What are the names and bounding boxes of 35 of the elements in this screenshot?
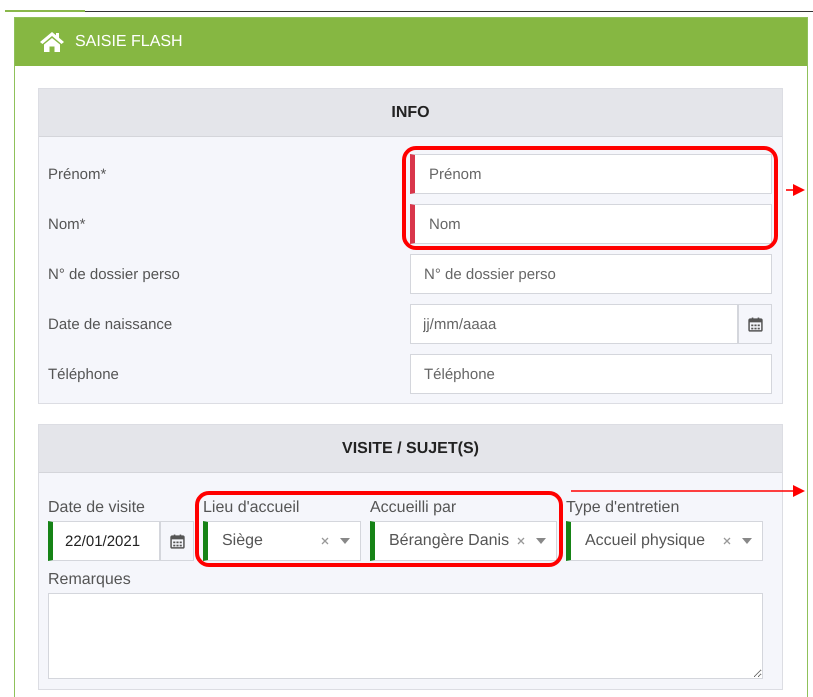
field-label: Accueilli par bbox=[370, 499, 458, 517]
caret-icon[interactable] bbox=[340, 538, 350, 544]
field-label: Date de visite bbox=[48, 499, 146, 517]
calendar-icon bbox=[170, 534, 184, 548]
home-icon bbox=[39, 31, 65, 53]
clear-icon[interactable] bbox=[722, 536, 732, 546]
caret-icon[interactable] bbox=[536, 538, 546, 544]
field-label: Prénom* bbox=[48, 166, 106, 182]
calendar-button[interactable] bbox=[160, 521, 194, 561]
section-header: VISITE / SUJET(S) bbox=[39, 425, 782, 473]
section-header: INFO bbox=[39, 89, 782, 137]
panel-title: SAISIE FLASH bbox=[75, 33, 183, 51]
field-label: Type d'entretien bbox=[566, 499, 680, 517]
select-field[interactable]: Accueil physique bbox=[566, 521, 763, 561]
calendar-icon bbox=[748, 316, 762, 332]
text-field[interactable]: Nom bbox=[410, 204, 772, 244]
field-label: Remarques bbox=[48, 571, 132, 589]
select-field[interactable]: Bérangère Danis bbox=[370, 521, 557, 561]
field-label: Téléphone bbox=[48, 366, 119, 382]
clear-icon[interactable] bbox=[320, 536, 330, 546]
remarks-field[interactable] bbox=[48, 593, 763, 679]
select-field[interactable]: Siège bbox=[203, 521, 361, 561]
date-field[interactable]: jj/mm/aaaa bbox=[410, 304, 738, 344]
text-field[interactable]: Prénom bbox=[410, 154, 772, 194]
callout-arrow bbox=[786, 184, 805, 196]
text-field[interactable]: N° de dossier perso bbox=[410, 254, 772, 294]
field-label: Date de naissance bbox=[48, 316, 172, 332]
calendar-button[interactable] bbox=[738, 304, 772, 344]
text-field[interactable]: Téléphone bbox=[410, 354, 772, 394]
field-label: Nom* bbox=[48, 216, 86, 232]
clear-icon[interactable] bbox=[516, 536, 526, 546]
date-field[interactable]: 22/01/2021 bbox=[48, 521, 160, 561]
field-label: Lieu d'accueil bbox=[203, 499, 300, 517]
field-label: N° de dossier perso bbox=[48, 266, 180, 282]
caret-icon[interactable] bbox=[742, 538, 752, 544]
